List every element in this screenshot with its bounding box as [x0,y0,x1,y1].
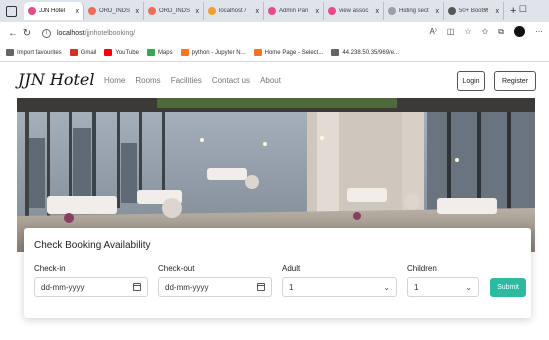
adult-select[interactable]: 1 ⌄ [282,277,397,297]
bookmark-item[interactable]: Home Page - Select... [253,49,324,56]
checkin-date-input[interactable]: dd-mm-yyyy [34,277,148,297]
bookmark-icon [104,49,113,56]
reload-icon[interactable]: ↻ [20,28,34,39]
bookmark-item[interactable]: python - Jupyter N... [180,49,246,56]
address-bar-row: ← ↻ i localhost /jjnhotelbooking/ A⁾ ◫ ☆… [0,22,549,44]
url-field[interactable]: i localhost /jjnhotelbooking/ [42,25,135,41]
tab-favicon-icon [28,7,36,15]
bookmark-label: 44.238.50.35/969/e... [342,49,400,56]
url-path: /jjnhotelbooking/ [84,29,136,37]
login-button[interactable]: Login [457,71,485,91]
tab-label: Hiding sect [399,8,429,14]
submit-button[interactable]: Submit [490,278,526,297]
tab-favicon-icon [328,7,336,15]
bookmarks-bar: Import favourites Gmail YouTube Maps python … [0,44,549,62]
bookmark-label: Maps [157,49,173,56]
tab-close-icon[interactable]: x [256,8,260,15]
tab-label: view assoc [339,8,369,14]
nav-link[interactable]: Contact us [212,76,250,85]
bookmark-item[interactable]: YouTube [104,49,139,56]
bookmark-icon [253,49,262,56]
booking-availability-card: Check Booking Availability Check-in dd-m… [24,228,531,318]
adult-label: Adult [282,264,301,273]
browser-tab[interactable]: ORD_INDS x [144,2,204,20]
browser-tab[interactable]: ORD_INDS x [84,2,144,20]
tab-favicon-icon [448,7,456,15]
children-chevron-down-icon: ⌄ [465,283,472,292]
tab-close-icon[interactable]: x [316,8,320,15]
tab-label: JJN Hotel [39,8,66,14]
bookmark-item[interactable]: 44.238.50.35/969/e... [331,49,399,56]
favorite-icon[interactable]: ☆ [464,27,471,36]
tab-close-icon[interactable]: x [76,8,80,15]
tab-favicon-icon [208,7,216,15]
bookmark-label: python - Jupyter N... [191,49,246,56]
browser-tab-bar: JJN Hotel x ORD_INDS x ORD_INDS x localhost / x… [0,0,549,22]
browser-tab[interactable]: view assoc x [324,2,384,20]
window-controls[interactable]: − ☐ [483,4,541,15]
tab-label: ORD_INDS [159,8,191,14]
register-button[interactable]: Register [494,71,536,91]
read-aloud-icon[interactable]: A⁾ [430,27,437,36]
more-icon[interactable]: ⋯ [535,27,543,36]
browser-tab[interactable]: JJN Hotel x [24,2,84,20]
nav-link[interactable]: Rooms [135,76,160,85]
checkout-value: dd-mm-yyyy [165,282,209,292]
checkin-calendar-icon[interactable] [133,283,141,291]
bookmark-item[interactable]: Import favourites [6,49,62,56]
bookmark-label: Gmail [80,49,97,56]
booking-card-title: Check Booking Availability [34,240,151,251]
tab-label: Admin Pan [279,8,309,14]
toolbar-icons: A⁾ ◫ ☆ ✩ ⧉ ⋯ [430,26,543,37]
window-menu-icon[interactable] [4,4,18,18]
bookmark-item[interactable]: Maps [146,49,173,56]
browser-tab[interactable]: Hiding sect x [384,2,444,20]
tab-close-icon[interactable]: x [196,8,200,15]
checkout-date-input[interactable]: dd-mm-yyyy [158,277,272,297]
browser-tab[interactable]: Admin Pan x [264,2,324,20]
checkout-calendar-icon[interactable] [257,283,265,291]
tab-close-icon[interactable]: x [376,8,380,15]
browser-tab[interactable]: localhost / x [204,2,264,20]
nav-link[interactable]: About [260,76,281,85]
main-menu: Home Rooms Facilities Contact us About [104,76,281,85]
favorites-bar-icon[interactable]: ✩ [482,27,489,36]
tab-favicon-icon [388,7,396,15]
bookmark-icon [331,49,340,56]
url-host: localhost [57,29,85,37]
tab-close-icon[interactable]: x [136,8,140,15]
tab-favicon-icon [268,7,276,15]
tab-close-icon[interactable]: x [436,8,440,15]
bookmark-label: YouTube [115,49,139,56]
checkin-label: Check-in [34,264,66,273]
adult-value: 1 [289,282,294,292]
adult-chevron-down-icon: ⌄ [383,283,390,292]
checkin-value: dd-mm-yyyy [41,282,85,292]
back-icon[interactable]: ← [6,28,20,39]
profile-avatar[interactable] [514,26,525,37]
brand-logo[interactable]: JJN Hotel [18,70,95,89]
tab-label: localhost / [219,8,247,14]
collections-icon[interactable]: ⧉ [498,27,504,37]
tab-label: ORD_INDS [99,8,131,14]
site-header: JJN Hotel Home Rooms Facilities Contact us A… [0,62,549,98]
children-label: Children [407,264,437,273]
tab-strip: JJN Hotel x ORD_INDS x ORD_INDS x localhost / x… [24,2,504,20]
tab-favicon-icon [88,7,96,15]
children-value: 1 [414,282,419,292]
site-info-icon[interactable]: i [42,28,51,38]
bookmark-label: Import favourites [17,49,62,56]
children-select[interactable]: 1 ⌄ [407,277,479,297]
nav-link[interactable]: Facilities [171,76,202,85]
bookmark-icon [146,49,155,56]
bookmark-icon [69,49,78,56]
bookmark-icon [6,49,14,56]
nav-link[interactable]: Home [104,76,125,85]
bookmark-label: Home Page - Select... [264,49,324,56]
bookmark-item[interactable]: Gmail [69,49,97,56]
tab-favicon-icon [148,7,156,15]
split-screen-icon[interactable]: ◫ [447,27,455,36]
checkout-label: Check-out [158,264,195,273]
bookmark-icon [180,49,189,56]
